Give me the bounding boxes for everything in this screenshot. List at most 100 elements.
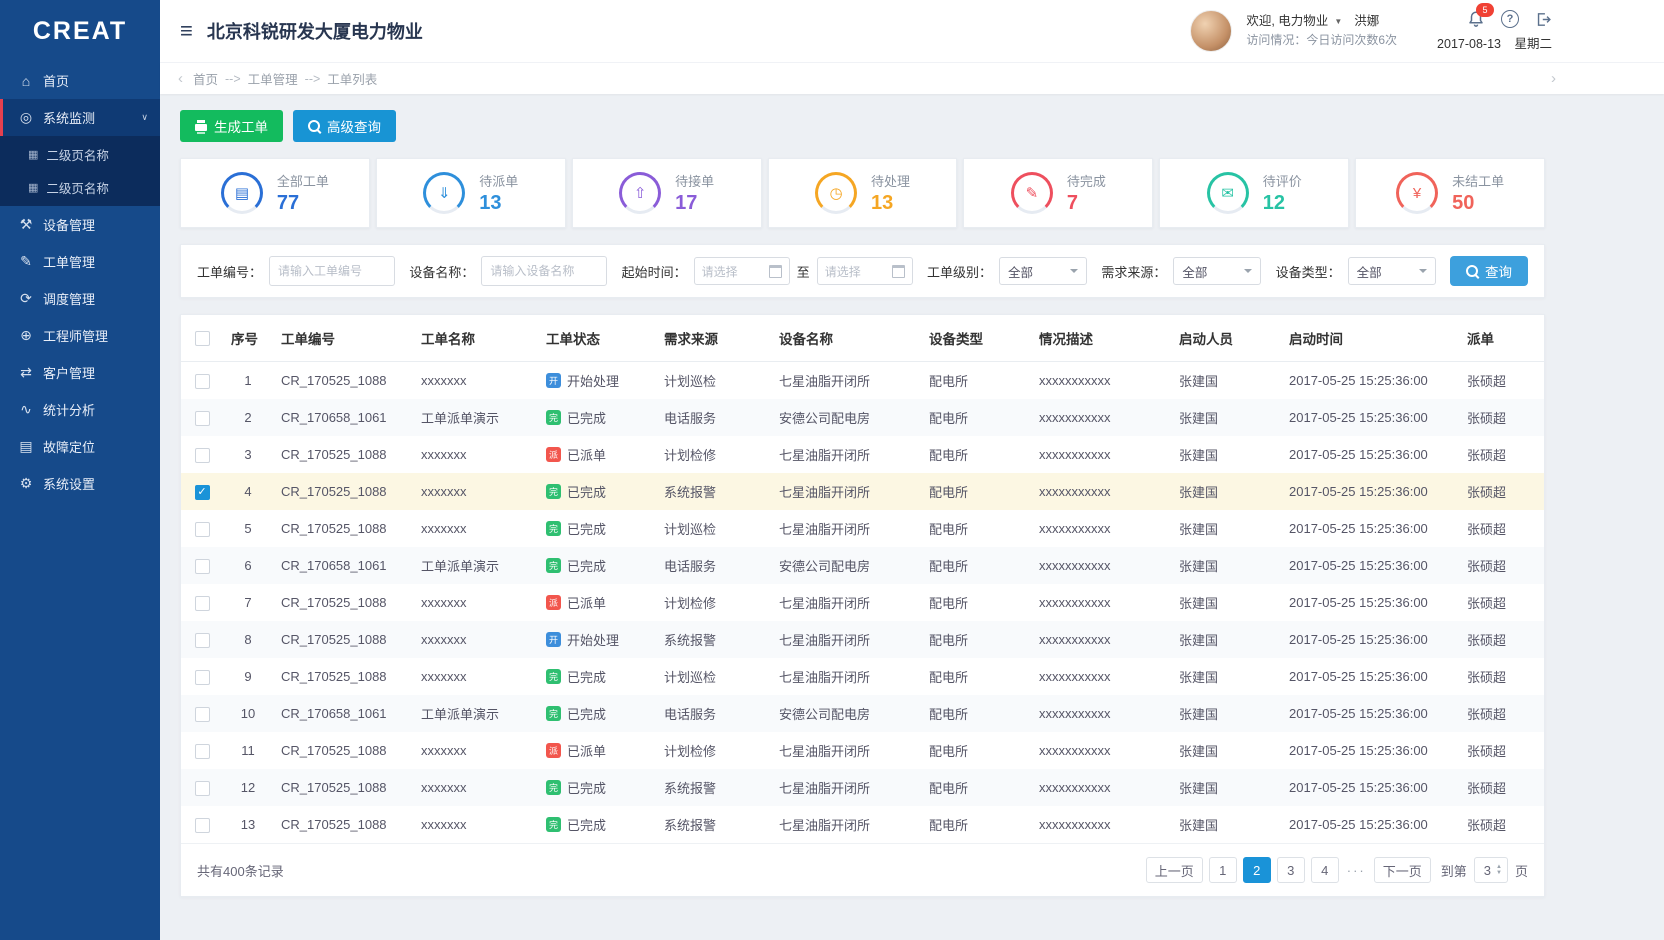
sidebar-item-device-mgmt[interactable]: ⚒设备管理: [0, 206, 160, 243]
cell-source: 计划巡检: [656, 362, 771, 400]
grid-icon: ▦: [28, 148, 38, 161]
advanced-search-button[interactable]: 高级查询: [293, 110, 396, 142]
breadcrumb-item-home[interactable]: 首页: [193, 69, 218, 88]
table-row[interactable]: 2CR_170658_1061工单派单演示完已完成电话服务安德公司配电房配电所x…: [181, 399, 1544, 436]
sidebar-item-dispatch-mgmt[interactable]: ⟳调度管理: [0, 280, 160, 317]
status-label: 已派单: [567, 593, 606, 612]
next-page-button[interactable]: 下一页: [1374, 857, 1431, 883]
source-select[interactable]: 全部: [1173, 257, 1261, 285]
cell-device: 安德公司配电房: [771, 399, 921, 436]
row-checkbox[interactable]: [195, 633, 210, 648]
breadcrumb-item-workorder[interactable]: 工单管理: [248, 69, 298, 88]
search-button[interactable]: 查询: [1450, 256, 1528, 286]
breadcrumb-forward-icon[interactable]: ›: [1547, 70, 1560, 87]
sidebar-item-workorder-mgmt[interactable]: ✎工单管理: [0, 243, 160, 280]
sidebar-subitem[interactable]: ▦二级页名称: [0, 138, 160, 171]
page-button-1[interactable]: 1: [1209, 857, 1237, 883]
table-row[interactable]: 5CR_170525_1088xxxxxxx完已完成计划巡检七星油脂开闭所配电所…: [181, 510, 1544, 547]
sidebar-item-system-settings[interactable]: ⚙系统设置: [0, 465, 160, 502]
row-checkbox[interactable]: [195, 596, 210, 611]
cell-status: 完已完成: [538, 658, 656, 695]
filter-label: 工单级别：: [927, 262, 992, 281]
table-row[interactable]: 3CR_170525_1088xxxxxxx派已派单计划检修七星油脂开闭所配电所…: [181, 436, 1544, 473]
status-icon: 派: [546, 447, 561, 462]
end-date-picker[interactable]: 请选择: [817, 257, 913, 285]
cell-desc: xxxxxxxxxxx: [1031, 584, 1171, 621]
chevron-down-icon[interactable]: ▼: [1334, 16, 1342, 28]
row-checkbox[interactable]: [195, 374, 210, 389]
cell-dispatcher: 张硕超: [1459, 399, 1544, 436]
prev-page-button[interactable]: 上一页: [1146, 857, 1203, 883]
cell-name: 工单派单演示: [413, 399, 538, 436]
sidebar-item-engineer-mgmt[interactable]: ⊕工程师管理: [0, 317, 160, 354]
stat-card-to-finish[interactable]: ✎待完成7: [963, 158, 1153, 228]
sidebar-subitem[interactable]: ▦二级页名称: [0, 171, 160, 204]
stat-card-open-orders[interactable]: ¥未结工单50: [1355, 158, 1545, 228]
row-checkbox[interactable]: [195, 670, 210, 685]
start-date-picker[interactable]: 请选择: [694, 257, 790, 285]
table-row[interactable]: ✓4CR_170525_1088xxxxxxx完已完成系统报警七星油脂开闭所配电…: [181, 473, 1544, 510]
table-row[interactable]: 12CR_170525_1088xxxxxxx完已完成系统报警七星油脂开闭所配电…: [181, 769, 1544, 806]
cell-dispatcher: 张硕超: [1459, 658, 1544, 695]
status-badge: 完已完成: [546, 556, 606, 575]
stat-value: 12: [1263, 192, 1302, 215]
breadcrumb-item-list[interactable]: 工单列表: [327, 69, 377, 88]
page-button-3[interactable]: 3: [1277, 857, 1305, 883]
menu-toggle-icon[interactable]: ≡: [180, 20, 193, 42]
stat-card-to-review[interactable]: ✉待评价12: [1159, 158, 1349, 228]
device-type-select[interactable]: 全部: [1348, 257, 1436, 285]
table-row[interactable]: 10CR_170658_1061工单派单演示完已完成电话服务安德公司配电房配电所…: [181, 695, 1544, 732]
breadcrumb-back-icon[interactable]: ‹: [174, 70, 187, 87]
table-row[interactable]: 11CR_170525_1088xxxxxxx派已派单计划检修七星油脂开闭所配电…: [181, 732, 1544, 769]
row-checkbox[interactable]: [195, 448, 210, 463]
cell-seq: 9: [223, 658, 273, 695]
row-checkbox[interactable]: [195, 559, 210, 574]
stat-card-to-handle[interactable]: ◷待处理13: [768, 158, 958, 228]
goto-page-input[interactable]: 3 ▲▼: [1474, 857, 1508, 883]
notification-bell-icon[interactable]: 5: [1467, 10, 1485, 28]
avatar[interactable]: [1190, 10, 1232, 52]
table-row[interactable]: 1CR_170525_1088xxxxxxx开开始处理计划巡检七星油脂开闭所配电…: [181, 362, 1544, 400]
cell-seq: 4: [223, 473, 273, 510]
generate-order-label: 生成工单: [214, 116, 268, 136]
logout-icon[interactable]: [1535, 11, 1552, 28]
order-no-input[interactable]: [269, 256, 395, 286]
device-name-input[interactable]: [481, 256, 607, 286]
row-checkbox[interactable]: [195, 818, 210, 833]
page-button-4[interactable]: 4: [1311, 857, 1339, 883]
sidebar-item-home[interactable]: ⌂首页: [0, 62, 160, 99]
stat-label: 未结工单: [1452, 171, 1504, 190]
sidebar-item-stats-analysis[interactable]: ∿统计分析: [0, 391, 160, 428]
table-row[interactable]: 8CR_170525_1088xxxxxxx开开始处理系统报警七星油脂开闭所配电…: [181, 621, 1544, 658]
row-checkbox[interactable]: ✓: [195, 485, 210, 500]
page-button-2[interactable]: 2: [1243, 857, 1271, 883]
table-row[interactable]: 13CR_170525_1088xxxxxxx完已完成系统报警七星油脂开闭所配电…: [181, 806, 1544, 843]
stat-card-all-orders[interactable]: ▤全部工单77: [180, 158, 370, 228]
sidebar-item-label: 设备管理: [43, 215, 95, 234]
generate-order-button[interactable]: 生成工单: [180, 110, 283, 142]
stat-card-to-accept[interactable]: ⇧待接单17: [572, 158, 762, 228]
row-checkbox[interactable]: [195, 707, 210, 722]
sidebar-item-system-monitor[interactable]: ◎系统监测∨: [0, 99, 160, 136]
sidebar-item-fault-locate[interactable]: ▤故障定位: [0, 428, 160, 465]
row-checkbox[interactable]: [195, 411, 210, 426]
username[interactable]: 洪娜: [1354, 12, 1379, 31]
table-row[interactable]: 9CR_170525_1088xxxxxxx完已完成计划巡检七星油脂开闭所配电所…: [181, 658, 1544, 695]
sidebar-item-label: 工程师管理: [43, 326, 108, 345]
level-select[interactable]: 全部: [999, 257, 1087, 285]
cell-device: 七星油脂开闭所: [771, 732, 921, 769]
row-checkbox[interactable]: [195, 781, 210, 796]
help-icon[interactable]: ?: [1501, 10, 1519, 28]
row-checkbox[interactable]: [195, 522, 210, 537]
select-all-checkbox[interactable]: [195, 331, 210, 346]
cell-name: xxxxxxx: [413, 436, 538, 473]
status-badge: 派已派单: [546, 741, 606, 760]
cell-device-type: 配电所: [921, 436, 1031, 473]
stat-card-to-dispatch[interactable]: ⇓待派单13: [376, 158, 566, 228]
table-row[interactable]: 6CR_170658_1061工单派单演示完已完成电话服务安德公司配电房配电所x…: [181, 547, 1544, 584]
sidebar-item-customer-mgmt[interactable]: ⇄客户管理: [0, 354, 160, 391]
stepper-arrows-icon[interactable]: ▲▼: [1496, 864, 1502, 876]
table-row[interactable]: 7CR_170525_1088xxxxxxx派已派单计划检修七星油脂开闭所配电所…: [181, 584, 1544, 621]
row-checkbox[interactable]: [195, 744, 210, 759]
stat-text: 待完成7: [1067, 171, 1106, 215]
